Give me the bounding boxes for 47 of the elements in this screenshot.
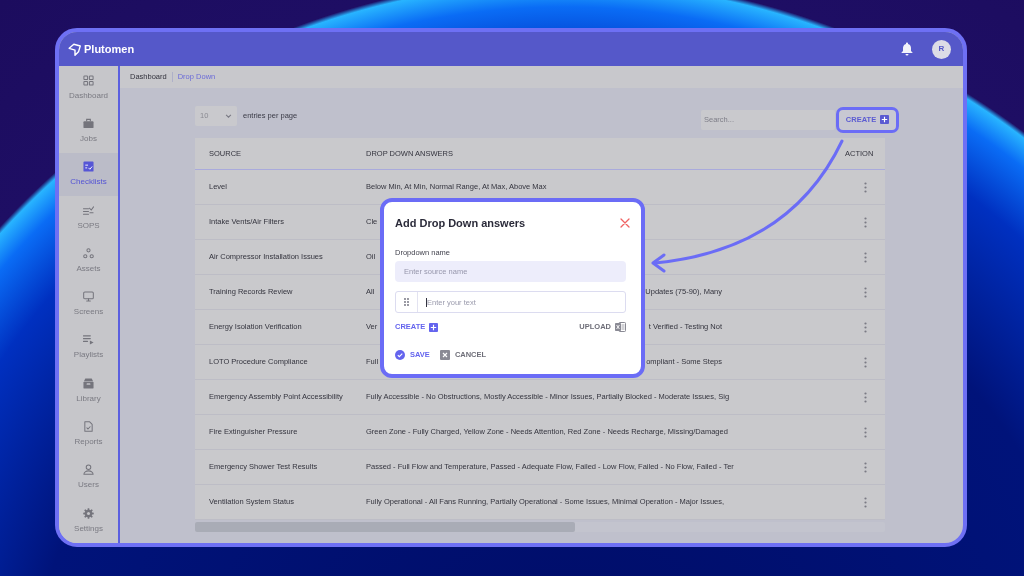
kebab-menu-icon[interactable] <box>863 356 867 368</box>
checklist-icon <box>83 161 94 173</box>
kebab-menu-icon[interactable] <box>863 216 867 228</box>
user-icon <box>83 464 94 476</box>
sidebar-item[interactable]: Checklists <box>59 152 118 196</box>
playlist-icon <box>83 334 94 346</box>
logo-icon <box>68 42 82 56</box>
sidebar-item[interactable]: Library <box>59 369 118 413</box>
scrollbar-thumb[interactable] <box>195 522 575 532</box>
kebab-menu-icon[interactable] <box>863 496 867 508</box>
dialog-title: Add Drop Down answers <box>395 215 526 231</box>
drag-handle-icon[interactable] <box>404 298 409 306</box>
sidebar-item[interactable]: Users <box>59 455 118 499</box>
spreadsheet-icon <box>615 322 626 332</box>
kebab-menu-icon[interactable] <box>863 461 867 473</box>
sidebar-item[interactable]: Assets <box>59 239 118 283</box>
gear-icon <box>83 507 94 519</box>
sidebar-item[interactable]: Dashboard <box>59 66 118 110</box>
avatar[interactable]: R <box>932 39 951 59</box>
check-circle-icon <box>395 350 405 360</box>
document-check-icon <box>83 421 94 432</box>
briefcase-icon <box>83 117 94 129</box>
sidebar-item[interactable]: SOPS <box>59 195 118 240</box>
nodes-icon <box>83 247 94 259</box>
plus-square-icon <box>429 322 439 332</box>
sidebar-item[interactable]: Playlists <box>59 325 118 370</box>
logo-text: Plutomen <box>84 41 135 57</box>
kebab-menu-icon[interactable] <box>863 251 867 263</box>
close-square-icon <box>439 350 450 360</box>
sidebar-item[interactable]: Settings <box>59 498 118 543</box>
kebab-menu-icon[interactable] <box>863 286 867 298</box>
kebab-menu-icon[interactable] <box>863 391 867 403</box>
plus-square-icon <box>880 115 890 124</box>
archive-box-icon <box>83 377 94 389</box>
monitor-icon <box>83 291 94 303</box>
chevron-down-icon <box>225 114 232 118</box>
bell-icon[interactable] <box>901 42 913 56</box>
grid-icon <box>83 74 94 86</box>
sidebar-item[interactable]: Screens <box>59 282 118 326</box>
kebab-menu-icon[interactable] <box>863 181 867 193</box>
sidebar-item[interactable]: Reports <box>59 412 118 456</box>
kebab-menu-icon[interactable] <box>863 426 867 438</box>
list-check-icon <box>83 204 94 216</box>
text-cursor-icon <box>426 297 427 307</box>
sidebar-item[interactable]: Jobs <box>59 109 118 153</box>
kebab-menu-icon[interactable] <box>863 321 867 333</box>
close-icon[interactable] <box>620 218 630 228</box>
